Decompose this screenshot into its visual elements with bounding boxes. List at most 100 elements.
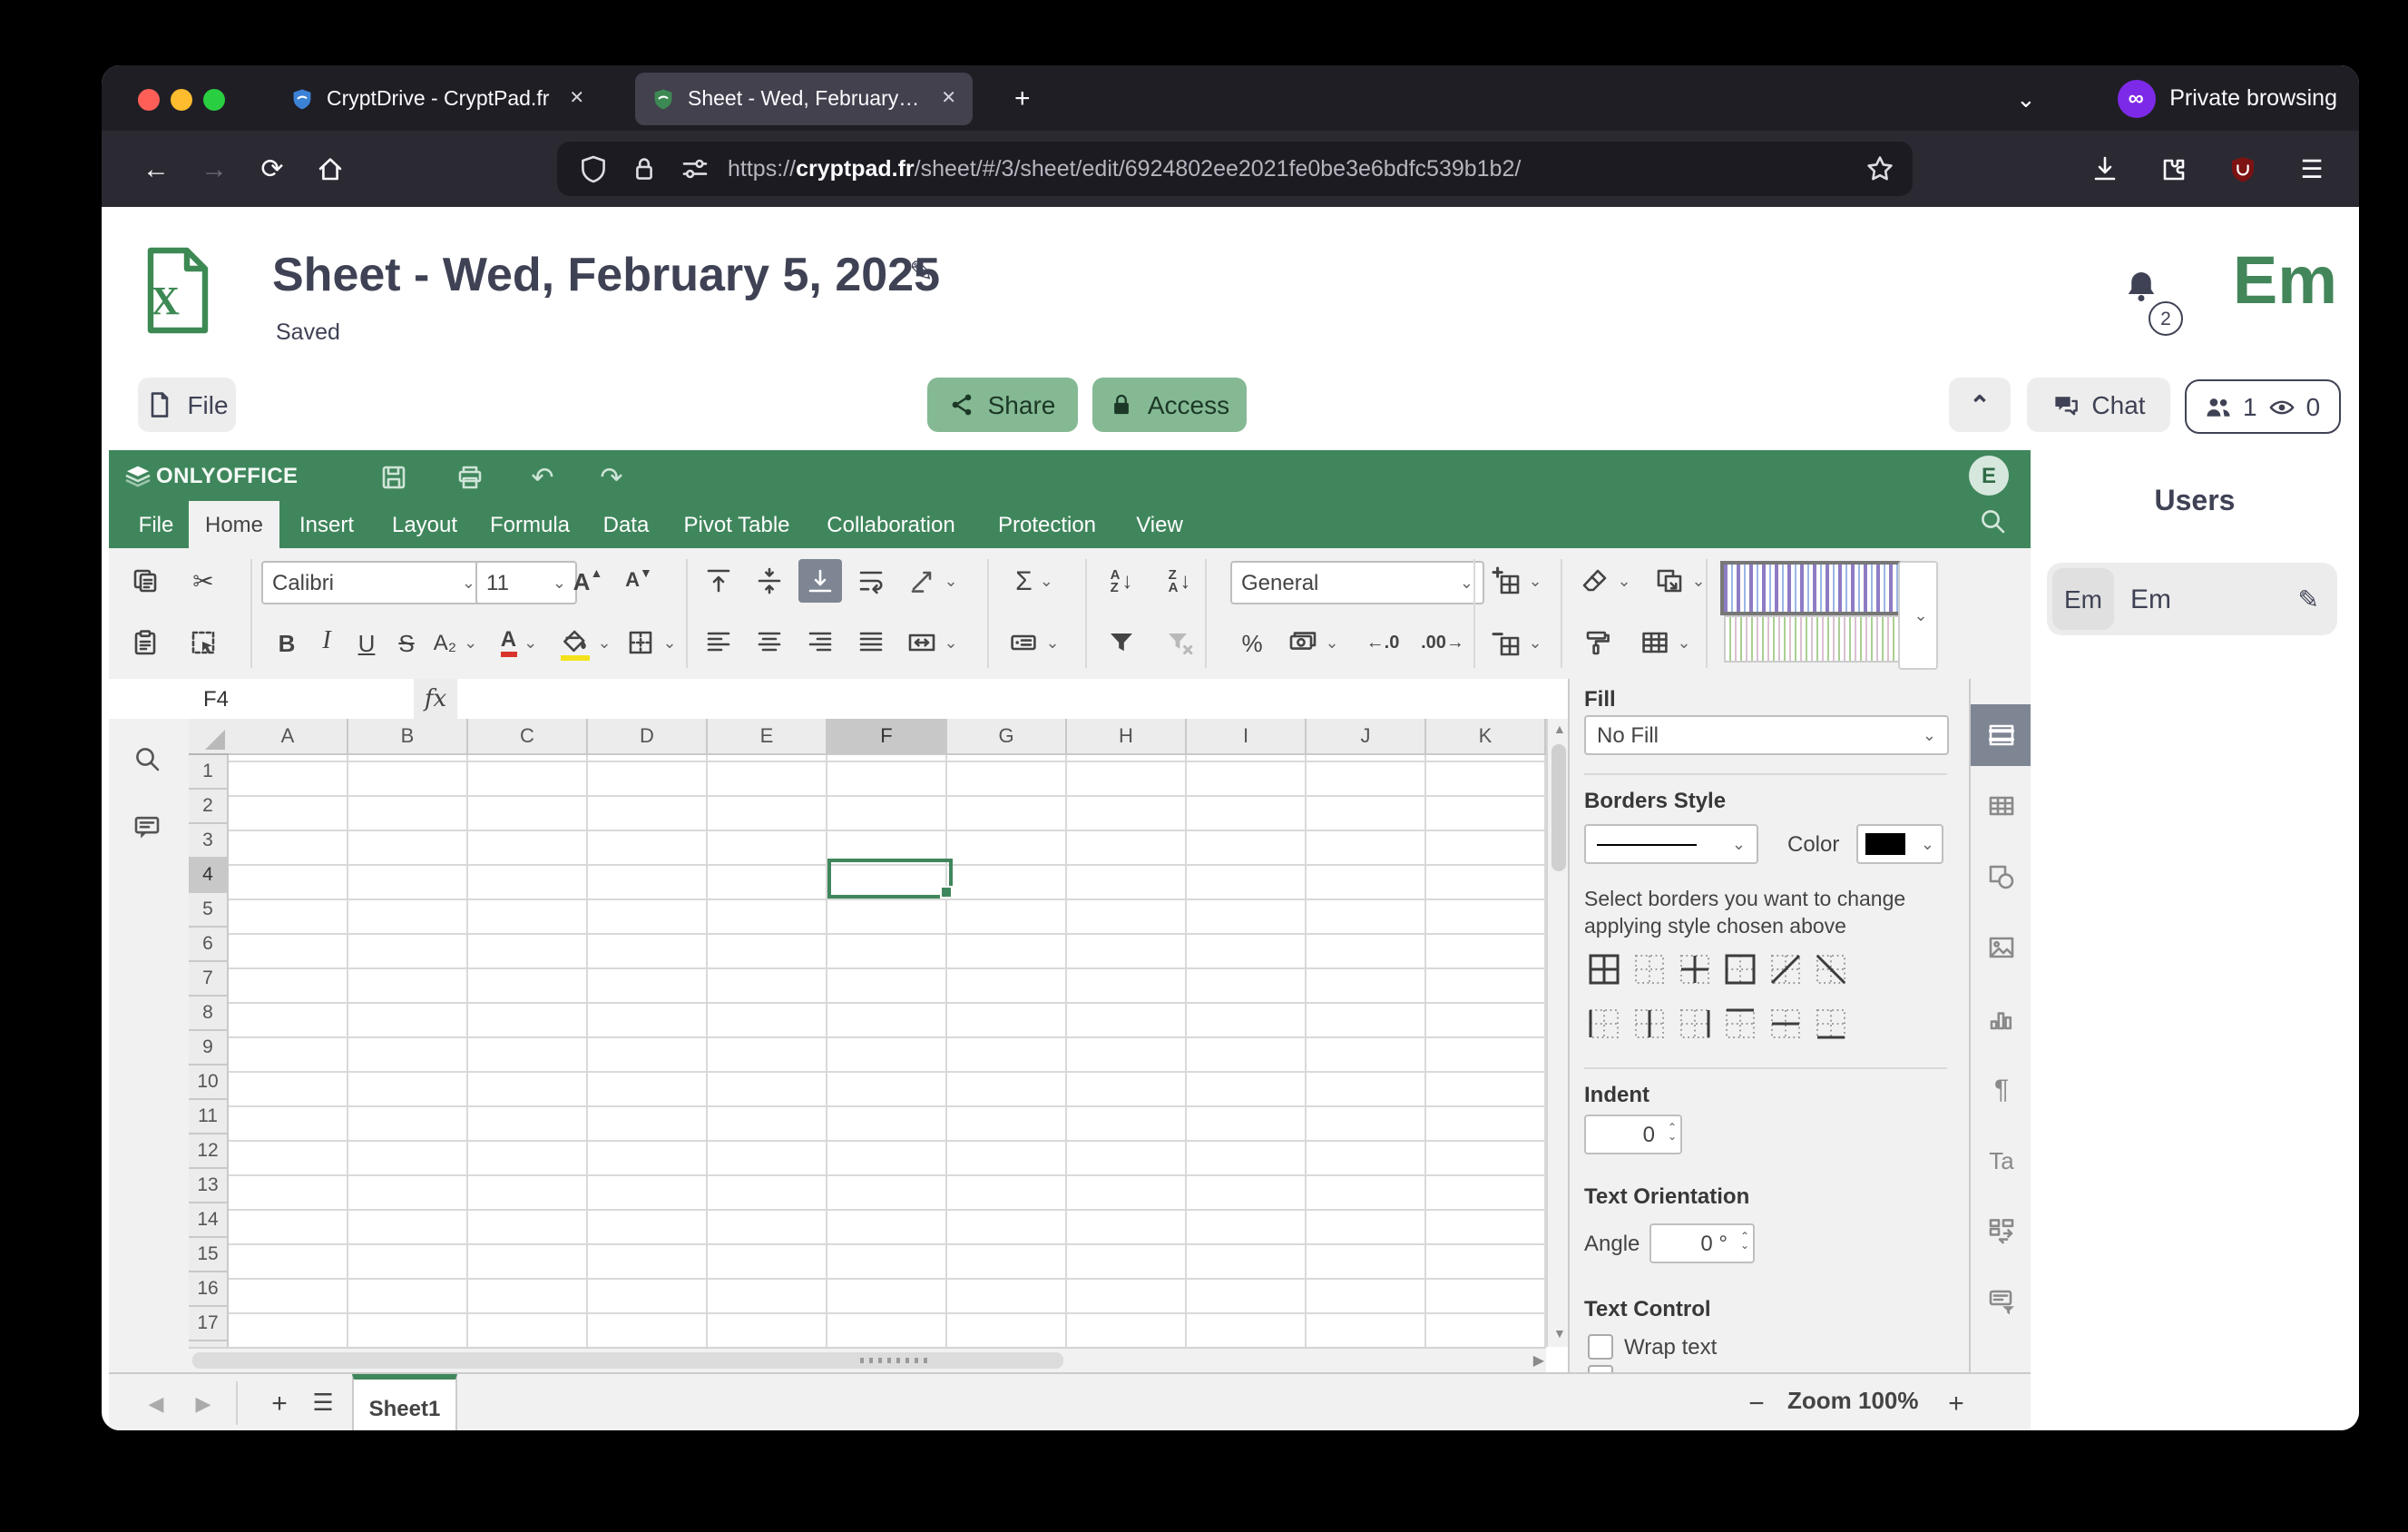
merge-cells-button[interactable]: ⌄ [900,621,965,664]
summation-button[interactable]: Σ⌄ [1002,559,1067,603]
column-header-G[interactable]: G [947,719,1067,755]
row-header-13[interactable]: 13 [189,1169,229,1203]
row-header-4[interactable]: 4 [189,859,229,893]
select-range-button[interactable] [181,621,225,664]
scroll-up-icon[interactable]: ▲ [1553,724,1566,737]
column-header-E[interactable]: E [708,719,827,755]
close-window-button[interactable] [138,89,160,111]
row-header-12[interactable]: 12 [189,1134,229,1169]
row-header-8[interactable]: 8 [189,997,229,1031]
table-settings-button[interactable] [1971,775,2032,837]
cell-style-selected[interactable] [1720,561,1902,615]
align-middle-button[interactable] [748,559,791,603]
column-header-F[interactable]: F [827,719,947,755]
zoom-out-button[interactable]: − [1738,1385,1775,1421]
ublock-button[interactable] [2221,147,2265,191]
row-header-5[interactable]: 5 [189,893,229,928]
text-art-settings-button[interactable]: Ta [1971,1129,2032,1191]
border-line-style-select[interactable]: ⌄ [1584,824,1758,864]
decrease-font-button[interactable]: A▼ [617,559,661,603]
paragraph-settings-button[interactable]: ¶ [1971,1058,2032,1120]
row-header-17[interactable]: 17 [189,1307,229,1341]
font-size-select[interactable]: 11⌄ [475,561,577,604]
column-header-K[interactable]: K [1426,719,1546,755]
cell-name-box[interactable]: F4⌄ [189,679,430,719]
tab-insert[interactable]: Insert [279,501,374,548]
sheet-tab[interactable]: Sheet1 [352,1374,457,1430]
back-button[interactable]: ← [134,147,178,191]
copy-button[interactable] [123,559,167,603]
italic-button[interactable]: I [305,621,348,664]
column-header-C[interactable]: C [468,719,588,755]
bottom-border-button[interactable] [1813,1006,1849,1042]
cell-style-option[interactable] [1724,615,1902,663]
browser-tab[interactable]: CryptDrive - CryptPad.fr✕ [274,73,612,125]
font-name-select[interactable]: Calibri⌄ [261,561,486,604]
row-header-1[interactable]: 1 [189,755,229,790]
justify-button[interactable] [849,621,893,664]
slicer-settings-button[interactable] [1971,1200,2032,1262]
left-border-button[interactable] [1586,1006,1622,1042]
add-sheet-button[interactable]: + [261,1385,298,1421]
text-orientation-button[interactable]: ⌄ [900,559,965,603]
filter-button[interactable] [1100,621,1143,664]
delete-cells-button[interactable]: ⌄ [1484,621,1550,664]
horizontal-scroll-thumb[interactable] [192,1352,1063,1369]
tab-pivot-table[interactable]: Pivot Table [668,501,806,548]
cryptpad-em-logo[interactable]: Em [2233,243,2337,319]
select-all-corner[interactable] [189,719,230,755]
tab-collaboration[interactable]: Collaboration [806,501,976,548]
image-settings-button[interactable] [1971,917,2032,978]
close-tab-icon[interactable]: ✕ [569,89,584,109]
column-header-B[interactable]: B [348,719,468,755]
permissions-sliders-icon[interactable] [680,154,710,183]
align-bottom-button[interactable] [798,559,842,603]
bookmark-star-icon[interactable] [1865,154,1894,183]
search-icon[interactable] [1978,506,2007,535]
list-tabs-button[interactable]: ⌄ [2000,73,2058,125]
conditional-formatting-button[interactable]: ⌄ [1648,559,1713,603]
share-button[interactable]: Share [927,378,1078,432]
column-header-J[interactable]: J [1307,719,1426,755]
reload-button[interactable]: ⟳ [250,147,294,191]
align-center-button[interactable] [748,621,791,664]
column-header-A[interactable]: A [229,719,348,755]
column-header-D[interactable]: D [588,719,708,755]
copy-style-button[interactable] [1575,621,1619,664]
diagonal-up-border-button[interactable] [1767,951,1804,987]
diagonal-down-border-button[interactable] [1813,951,1849,987]
row-header-7[interactable]: 7 [189,962,229,997]
align-top-button[interactable] [697,559,740,603]
shrink-to-fit-checkbox[interactable] [1588,1365,1613,1372]
cut-button[interactable]: ✂ [181,559,225,603]
minimize-window-button[interactable] [171,89,192,111]
redo-icon[interactable]: ↷ [592,457,631,497]
close-tab-icon[interactable]: ✕ [941,89,956,109]
number-format-select[interactable]: General⌄ [1230,561,1484,604]
fill-select[interactable]: No Fill⌄ [1584,715,1949,755]
column-header-I[interactable]: I [1187,719,1307,755]
clear-filter-button[interactable] [1158,621,1201,664]
comments-icon[interactable] [132,813,162,842]
angle-spinner[interactable]: 0 °⌃⌄ [1649,1223,1755,1263]
named-ranges-button[interactable]: ⌄ [1002,621,1067,664]
strikethrough-button[interactable]: S [385,621,428,664]
column-header-H[interactable]: H [1067,719,1187,755]
new-tab-button[interactable]: + [998,73,1056,125]
all-borders-button[interactable] [1586,951,1622,987]
sheet-list-button[interactable]: ☰ [305,1385,341,1421]
presence-pill[interactable]: 1 0 [2185,379,2340,434]
top-border-button[interactable] [1722,1006,1758,1042]
percent-button[interactable]: % [1230,621,1274,664]
undo-icon[interactable]: ↶ [523,457,563,497]
inner-horizontal-border-button[interactable] [1767,1006,1804,1042]
wrap-text-button[interactable] [849,559,893,603]
tab-data[interactable]: Data [584,501,668,548]
tab-formula[interactable]: Formula [475,501,584,548]
font-color-button[interactable]: A⌄ [490,621,548,664]
forward-button[interactable]: → [192,147,236,191]
row-header-6[interactable]: 6 [189,928,229,962]
comments-filter-button[interactable] [1971,1271,2032,1332]
file-menu-button[interactable]: File [138,378,236,432]
inner-vertical-border-button[interactable] [1631,1006,1668,1042]
